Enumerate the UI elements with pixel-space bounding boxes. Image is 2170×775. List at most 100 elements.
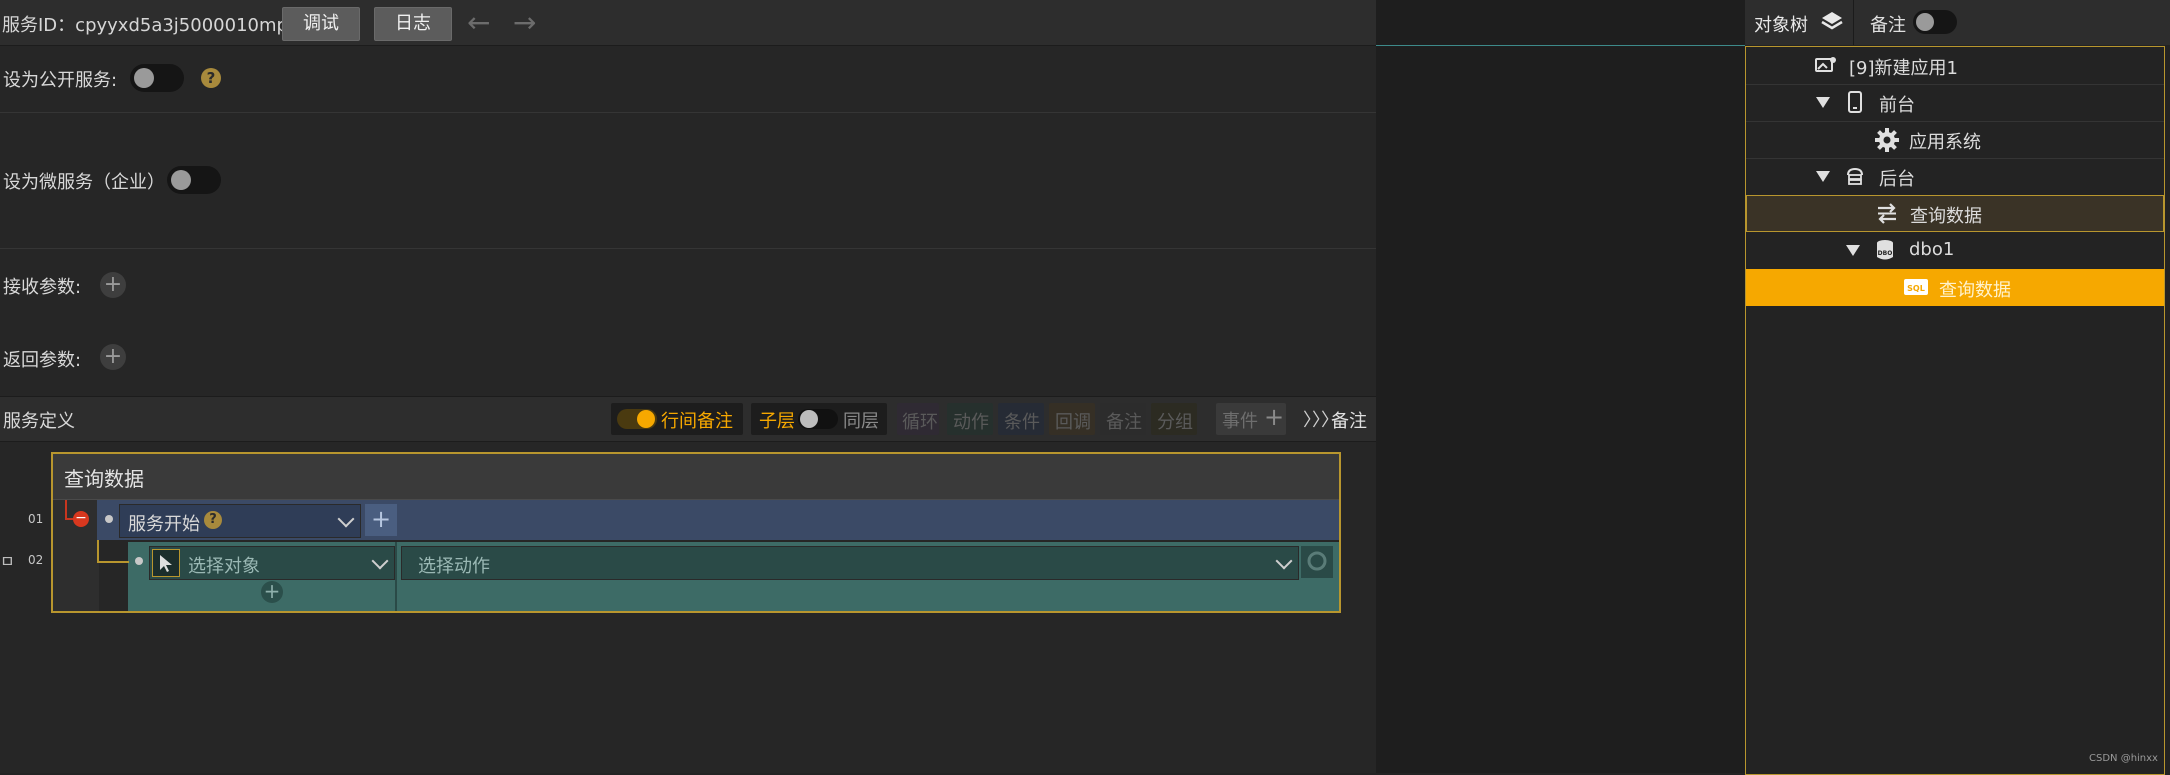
note-tab[interactable]: 备注 <box>1870 11 1906 37</box>
event-button[interactable]: 事件 + <box>1216 403 1286 435</box>
tool-group-label: 分组 <box>1157 412 1193 433</box>
tree-node-sql-query[interactable]: SQL 查询数据 <box>1746 269 2164 306</box>
log-button[interactable]: 日志 <box>374 7 452 41</box>
add-receive-param-icon[interactable]: + <box>100 272 126 298</box>
divider <box>0 248 1376 249</box>
service-id-label: 服务ID：cpyyxd5a3j5000010mp0 <box>2 15 300 36</box>
cursor-icon[interactable] <box>152 549 180 577</box>
service-start-label: 服务开始 <box>128 514 200 535</box>
tool-condition-label: 条件 <box>1004 412 1040 433</box>
phone-icon <box>1843 90 1867 114</box>
tree-node-label: 查询数据 <box>1939 280 2011 301</box>
micro-service-toggle[interactable] <box>167 166 221 194</box>
help-icon[interactable]: ? <box>201 68 221 88</box>
connector-line <box>65 500 67 518</box>
same-layer-label[interactable]: 同层 <box>843 407 879 433</box>
cloud-server-icon <box>1843 164 1867 188</box>
sub-layer-label[interactable]: 子层 <box>759 407 795 433</box>
app-icon <box>1814 53 1838 77</box>
tool-callback-label: 回调 <box>1055 412 1091 433</box>
tool-loop-label: 循环 <box>902 412 938 433</box>
toggle-knob <box>134 68 154 88</box>
collapse-icon[interactable]: − <box>73 511 89 527</box>
tree-node-dbo1[interactable]: DBO dbo1 <box>1746 232 2164 270</box>
row-dot <box>105 515 113 523</box>
service-start-dropdown[interactable]: 服务开始 ? <box>119 504 361 538</box>
expand-triangle-icon[interactable] <box>1816 97 1830 108</box>
chevron-down-icon <box>371 552 389 570</box>
add-sub-step-icon[interactable]: + <box>261 581 283 603</box>
empty-area <box>1376 46 1745 773</box>
chevron-down-icon <box>1275 552 1293 570</box>
row-dot <box>135 557 143 565</box>
event-button-label: 事件 <box>1222 411 1258 432</box>
add-step-button[interactable]: + <box>365 504 397 536</box>
watermark: CSDN @hinxx <box>2089 753 2158 764</box>
tree-node-app[interactable]: [9]新建应用1 <box>1746 47 2164 85</box>
tree-node-backend[interactable]: 后台 <box>1746 158 2164 196</box>
svg-text:SQL: SQL <box>1907 284 1925 293</box>
micro-service-label: 设为微服务（企业） <box>3 172 165 193</box>
note-button[interactable]: 备注 <box>1331 407 1367 433</box>
public-service-label: 设为公开服务: <box>3 70 118 91</box>
select-object-label: 选择对象 <box>188 556 260 577</box>
note-toggle[interactable] <box>1913 10 1957 34</box>
flow-title: 查询数据 <box>64 467 144 491</box>
divider <box>0 112 1376 113</box>
expand-triangle-icon[interactable] <box>1846 245 1860 256</box>
divider <box>1853 0 1854 45</box>
service-definition-bar: 服务定义 行间备注 子层 同层 循环 动作 条件 回调 备注 分组 事件 + 〉… <box>0 396 1376 442</box>
svg-text:DBO: DBO <box>1878 250 1893 257</box>
gutter-marker: ㅁ <box>0 552 15 571</box>
layers-icon <box>1819 9 1845 35</box>
tree-node-query-service[interactable]: 查询数据 <box>1746 195 2164 232</box>
layer-chip[interactable]: 子层 同层 <box>751 403 887 435</box>
service-editor: 服务ID：cpyyxd5a3j5000010mp0 调试 日志 ← → 设为公开… <box>0 0 1376 773</box>
select-action-dropdown[interactable]: 选择动作 <box>401 546 1299 580</box>
row-note-chip[interactable]: 行间备注 <box>611 403 743 435</box>
line-number: 02 <box>28 553 44 567</box>
right-panel-header: 对象树 备注 <box>1745 0 2170 45</box>
gear-icon <box>1874 127 1899 152</box>
tree-node-frontend[interactable]: 前台 <box>1746 84 2164 122</box>
toggle-knob <box>800 410 818 428</box>
flow-block: 查询数据 − 服务开始 ? + 选择对象 + 选择动作 <box>51 452 1341 613</box>
select-object-dropdown[interactable]: 选择对象 <box>149 546 395 580</box>
tree-node-label: 前台 <box>1879 95 1915 116</box>
add-return-param-icon[interactable]: + <box>100 344 126 370</box>
toggle-knob <box>1916 13 1934 31</box>
flow-title-bar: 查询数据 <box>53 454 1339 500</box>
object-tree: [9]新建应用1 前台 应用系统 后台 查询数据 DBO dbo1 SQL 查询… <box>1745 46 2165 775</box>
select-action-label: 选择动作 <box>418 556 490 577</box>
transfer-icon <box>1874 201 1898 225</box>
expand-triangle-icon[interactable] <box>1816 171 1830 182</box>
layer-toggle[interactable] <box>798 409 838 429</box>
tree-node-label: 查询数据 <box>1910 206 1982 227</box>
connector-line <box>97 540 99 562</box>
tree-node-label: 应用系统 <box>1909 132 1981 153</box>
receive-params-label: 接收参数: <box>3 277 82 298</box>
empty-area <box>1376 0 1745 45</box>
back-arrow-icon[interactable]: ← <box>467 6 490 39</box>
chevron-down-icon <box>337 510 355 528</box>
public-service-toggle[interactable] <box>130 64 184 92</box>
toggle-knob <box>637 410 655 428</box>
definition-title: 服务定义 <box>3 411 75 432</box>
refresh-button[interactable] <box>1301 546 1333 578</box>
row-note-label: 行间备注 <box>661 411 733 432</box>
connector-line <box>97 561 129 563</box>
tool-action-label: 动作 <box>953 412 989 433</box>
object-tree-tab[interactable]: 对象树 <box>1754 11 1808 37</box>
toggle-knob <box>171 170 191 190</box>
return-params-label: 返回参数: <box>3 350 82 371</box>
tree-node-app-system[interactable]: 应用系统 <box>1746 121 2164 159</box>
help-icon[interactable]: ? <box>204 511 222 529</box>
debug-button[interactable]: 调试 <box>282 7 360 41</box>
tool-note-label: 备注 <box>1106 412 1142 433</box>
forward-arrow-icon[interactable]: → <box>513 6 536 39</box>
row-note-toggle[interactable] <box>617 409 657 429</box>
tree-node-label: 后台 <box>1879 169 1915 190</box>
plus-icon: + <box>1264 403 1285 431</box>
tree-node-label: [9]新建应用1 <box>1849 58 1958 79</box>
line-number: 01 <box>28 512 44 526</box>
